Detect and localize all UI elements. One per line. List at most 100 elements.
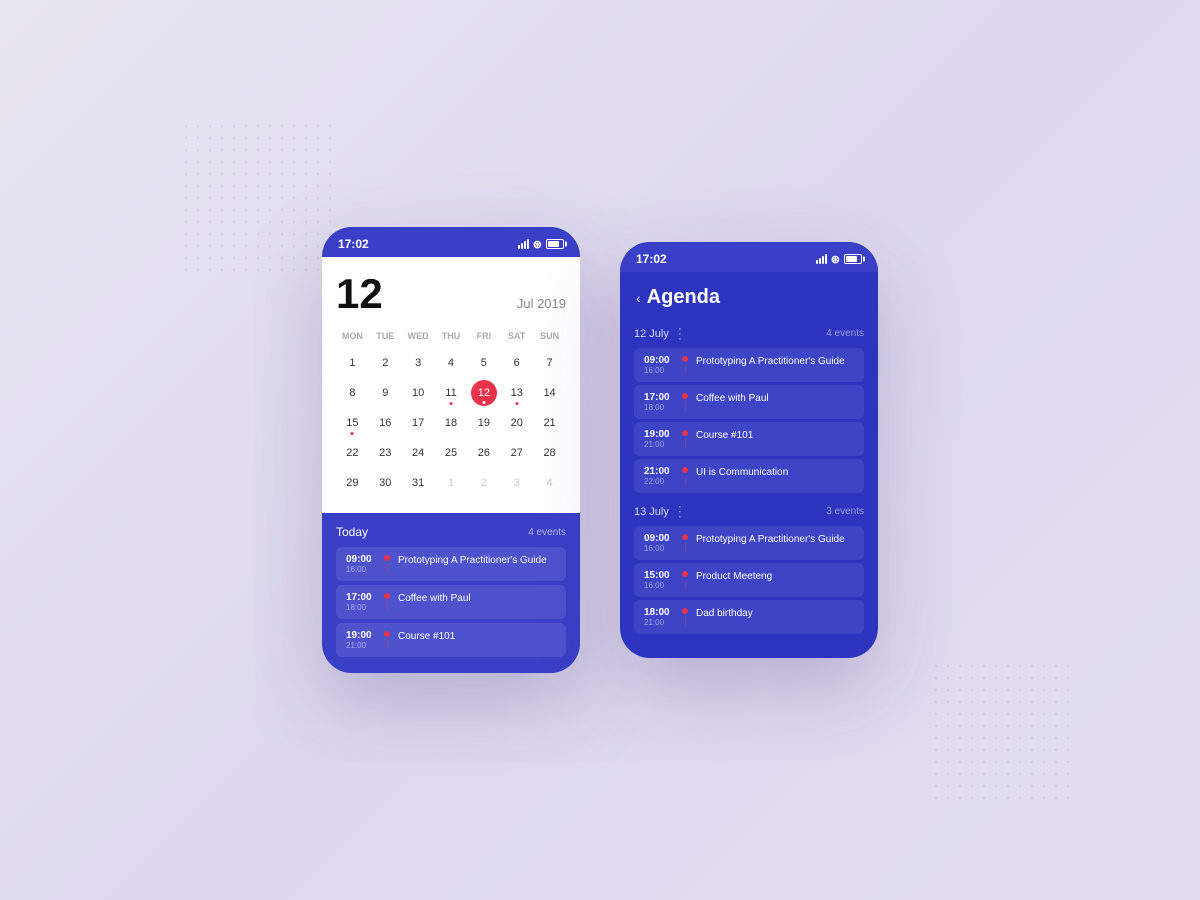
event-dot bbox=[682, 430, 688, 436]
wifi-icon-2: ⊛ bbox=[831, 253, 840, 266]
event-title: Course #101 bbox=[696, 429, 753, 441]
event-dot bbox=[682, 356, 688, 362]
agenda-scroll: 12 July ⋮ 4 events 09:00 16:00 Prototypi… bbox=[620, 317, 878, 658]
event-dot bbox=[384, 631, 390, 637]
cal-day[interactable]: 1 bbox=[435, 469, 468, 497]
event-time: 19:00 21:00 bbox=[644, 429, 674, 449]
day-group-header: 12 July ⋮ 4 events bbox=[634, 325, 864, 342]
cal-day[interactable]: 23 bbox=[369, 439, 402, 467]
event-time: 19:00 21:00 bbox=[346, 630, 376, 650]
cal-day[interactable]: 6 bbox=[500, 349, 533, 377]
event-dot bbox=[682, 534, 688, 540]
agenda-event-item[interactable]: 19:00 21:00 Course #101 bbox=[634, 422, 864, 456]
cal-day[interactable]: 8 bbox=[336, 379, 369, 407]
agenda-header: ‹ Agenda bbox=[620, 272, 878, 317]
agenda-title: Agenda bbox=[647, 286, 720, 309]
day-group-date: 13 July ⋮ bbox=[634, 503, 686, 520]
calendar-current-day: 12 bbox=[336, 273, 383, 315]
cal-day[interactable]: 18 bbox=[435, 409, 468, 437]
cal-day[interactable]: 27 bbox=[500, 439, 533, 467]
cal-day[interactable]: 9 bbox=[369, 379, 402, 407]
cal-day[interactable]: 12 bbox=[471, 380, 497, 406]
cal-day[interactable]: 24 bbox=[402, 439, 435, 467]
menu-dots-icon: ⋮ bbox=[673, 503, 686, 520]
cal-day[interactable]: 1 bbox=[336, 349, 369, 377]
event-line bbox=[387, 639, 388, 649]
cal-day[interactable]: 25 bbox=[435, 439, 468, 467]
cal-day[interactable]: 4 bbox=[435, 349, 468, 377]
agenda-title-row: ‹ Agenda bbox=[636, 286, 862, 309]
cal-day[interactable]: 22 bbox=[336, 439, 369, 467]
phone-agenda: 17:02 ⊛ ‹ Agenda 12 July ⋮ 4 events 09:0… bbox=[620, 242, 878, 658]
signal-icon-2 bbox=[816, 254, 827, 264]
event-time: 15:00 16:00 bbox=[644, 570, 674, 590]
cal-day[interactable]: 19 bbox=[467, 409, 500, 437]
cal-day[interactable]: 13 bbox=[500, 379, 533, 407]
events-list-1: 09:00 16:00 Prototyping A Practitioner's… bbox=[336, 547, 566, 657]
cal-day[interactable]: 15 bbox=[336, 409, 369, 437]
agenda-event-count-1: 4 events bbox=[528, 527, 566, 538]
cal-day[interactable]: 16 bbox=[369, 409, 402, 437]
cal-day[interactable]: 29 bbox=[336, 469, 369, 497]
agenda-event-item[interactable]: 18:00 21:00 Dad birthday bbox=[634, 600, 864, 634]
battery-icon-2 bbox=[844, 254, 862, 264]
time-1: 17:02 bbox=[338, 237, 369, 251]
agenda-event-item[interactable]: 21:00 22:00 UI is Communication bbox=[634, 459, 864, 493]
battery-icon bbox=[546, 239, 564, 249]
agenda-event-item[interactable]: 09:00 16:00 Prototyping A Practitioner's… bbox=[634, 526, 864, 560]
cal-day[interactable]: 17 bbox=[402, 409, 435, 437]
back-button[interactable]: ‹ bbox=[636, 290, 641, 306]
cal-day[interactable]: 21 bbox=[533, 409, 566, 437]
phone-calendar: 17:02 ⊛ 12 Jul 2019 MON TUE WED THU FRI … bbox=[322, 227, 580, 673]
event-dot bbox=[682, 393, 688, 399]
cal-day[interactable]: 14 bbox=[533, 379, 566, 407]
event-time: 17:00 18:00 bbox=[346, 592, 376, 612]
event-time: 18:00 21:00 bbox=[644, 607, 674, 627]
event-item[interactable]: 17:00 18:00 Coffee with Paul bbox=[336, 585, 566, 619]
agenda-event-item[interactable]: 17:00 18:00 Coffee with Paul bbox=[634, 385, 864, 419]
event-item[interactable]: 19:00 21:00 Course #101 bbox=[336, 623, 566, 657]
cal-day[interactable]: 2 bbox=[467, 469, 500, 497]
event-item[interactable]: 09:00 16:00 Prototyping A Practitioner's… bbox=[336, 547, 566, 581]
calendar-header: 12 Jul 2019 bbox=[336, 273, 566, 315]
agenda-date-row: Today 4 events bbox=[336, 525, 566, 539]
day-group: 12 July ⋮ 4 events 09:00 16:00 Prototypi… bbox=[634, 325, 864, 493]
agenda-event-item[interactable]: 09:00 16:00 Prototyping A Practitioner's… bbox=[634, 348, 864, 382]
event-dot-line bbox=[682, 392, 688, 411]
event-line bbox=[685, 542, 686, 552]
cal-day[interactable]: 26 bbox=[467, 439, 500, 467]
cal-day[interactable]: 4 bbox=[533, 469, 566, 497]
event-title: UI is Communication bbox=[696, 466, 788, 478]
day-group: 13 July ⋮ 3 events 09:00 16:00 Prototypi… bbox=[634, 503, 864, 634]
cal-day[interactable]: 31 bbox=[402, 469, 435, 497]
agenda-event-item[interactable]: 15:00 16:00 Product Meeteng bbox=[634, 563, 864, 597]
day-group-count: 4 events bbox=[826, 328, 864, 339]
event-dot bbox=[682, 467, 688, 473]
cal-day[interactable]: 10 bbox=[402, 379, 435, 407]
event-dot-line bbox=[682, 570, 688, 589]
event-dot-line bbox=[682, 429, 688, 448]
cal-day[interactable]: 3 bbox=[500, 469, 533, 497]
event-title: Course #101 bbox=[398, 630, 455, 642]
event-dot-line bbox=[682, 466, 688, 485]
event-time: 17:00 18:00 bbox=[644, 392, 674, 412]
cal-day[interactable]: 5 bbox=[467, 349, 500, 377]
event-title: Coffee with Paul bbox=[696, 392, 769, 404]
event-time: 09:00 16:00 bbox=[644, 355, 674, 375]
agenda-section-1: Today 4 events 09:00 16:00 Prototyping A… bbox=[322, 513, 580, 673]
event-dot-line bbox=[682, 533, 688, 552]
event-dot-line bbox=[384, 592, 390, 611]
cal-day[interactable]: 7 bbox=[533, 349, 566, 377]
event-line bbox=[685, 616, 686, 626]
event-title: Prototyping A Practitioner's Guide bbox=[398, 554, 547, 566]
status-icons-2: ⊛ bbox=[816, 253, 862, 266]
event-time: 09:00 16:00 bbox=[644, 533, 674, 553]
cal-day[interactable]: 30 bbox=[369, 469, 402, 497]
cal-day[interactable]: 20 bbox=[500, 409, 533, 437]
event-line bbox=[685, 579, 686, 589]
cal-day[interactable]: 2 bbox=[369, 349, 402, 377]
event-dot-line bbox=[384, 554, 390, 573]
cal-day[interactable]: 3 bbox=[402, 349, 435, 377]
cal-day[interactable]: 28 bbox=[533, 439, 566, 467]
cal-day[interactable]: 11 bbox=[435, 379, 468, 407]
